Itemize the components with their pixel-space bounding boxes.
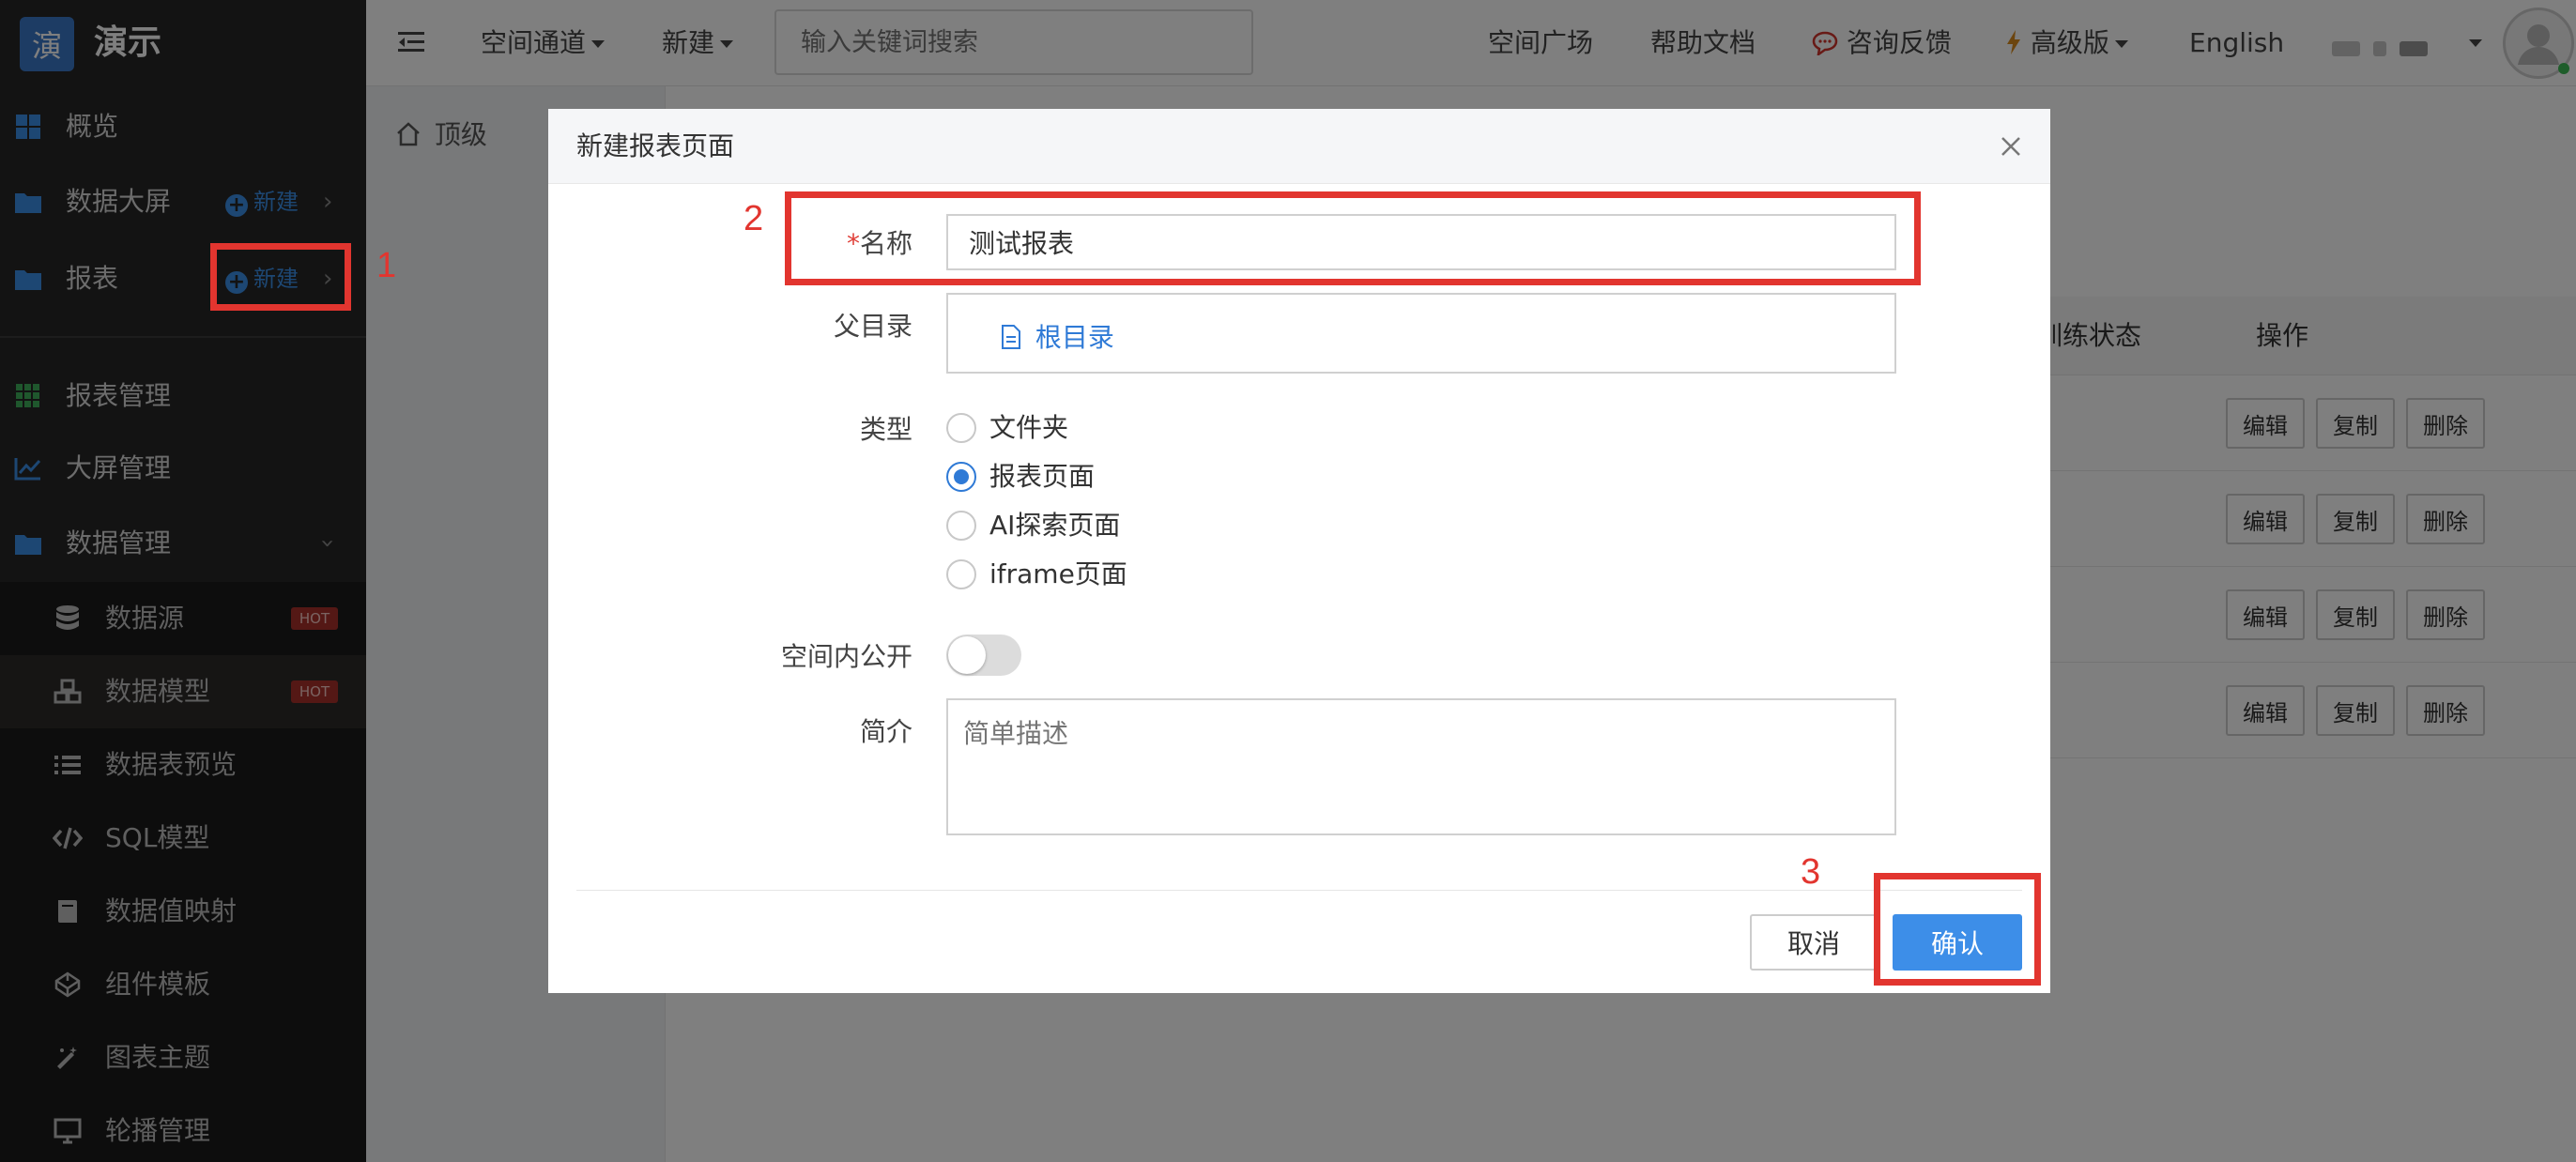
root-dir-label: 根目录 (1035, 322, 1114, 353)
toggle-knob (948, 636, 986, 674)
description-field-label: 简介 (859, 716, 912, 747)
parent-dir-label: 父目录 (833, 311, 912, 342)
document-icon (1001, 324, 1021, 350)
radio-button-selected[interactable] (946, 462, 976, 492)
name-input[interactable] (946, 214, 1896, 270)
root-dir-link[interactable]: 根目录 (1001, 317, 1114, 355)
required-asterisk: * (846, 228, 860, 259)
radio-label: AI探索页面 (989, 510, 1121, 541)
description-textarea[interactable] (946, 698, 1896, 835)
radio-label: iframe页面 (989, 558, 1127, 589)
radio-label: 报表页面 (989, 461, 1096, 492)
annotation-number-1: 1 (376, 246, 397, 285)
annotation-number-3: 3 (1801, 852, 1821, 892)
public-toggle[interactable] (946, 635, 1021, 676)
annotation-number-2: 2 (744, 199, 764, 238)
radio-button[interactable] (946, 559, 976, 589)
new-report-dialog: 新建报表页面 *名称 父目录 根目录 类型 文件夹 报表页面 AI探索页面 if… (548, 109, 2050, 993)
parent-dir-selector[interactable]: 根目录 (946, 293, 1896, 374)
public-field-label: 空间内公开 (780, 641, 912, 672)
cancel-button[interactable]: 取消 (1750, 914, 1878, 971)
name-label-text: 名称 (859, 228, 912, 259)
close-icon[interactable] (1992, 128, 2030, 165)
dialog-title: 新建报表页面 (576, 130, 735, 161)
radio-label: 文件夹 (989, 412, 1069, 443)
radio-button[interactable] (946, 413, 976, 443)
radio-button[interactable] (946, 511, 976, 541)
type-field-label: 类型 (859, 414, 912, 445)
confirm-button[interactable]: 确认 (1893, 914, 2022, 971)
dialog-header: 新建报表页面 (548, 109, 2050, 184)
